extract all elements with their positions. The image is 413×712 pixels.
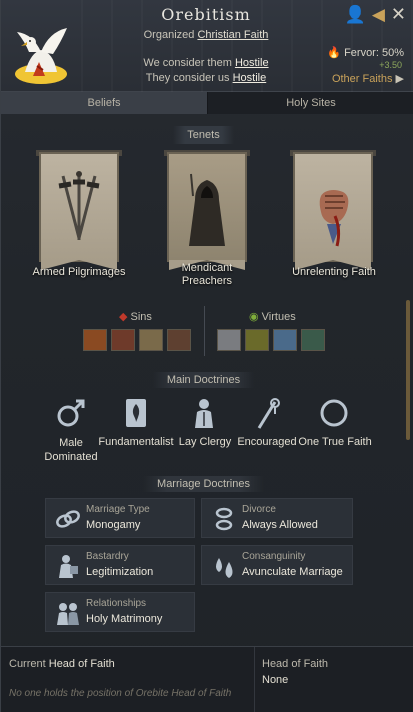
clenched-fist-icon — [319, 190, 349, 247]
other-faiths-button[interactable]: Other Faiths ▶ — [332, 72, 404, 85]
consanguinity-card[interactable]: Consanguinity Avunculate Marriage — [201, 545, 353, 585]
marriage-type-key: Marriage Type — [86, 504, 150, 515]
virtue-halo-icon: ◉ — [249, 311, 259, 323]
relationships-key: Relationships — [86, 598, 147, 609]
sin-icon-3[interactable] — [139, 329, 163, 351]
male-symbol-icon[interactable] — [54, 396, 88, 430]
crossed-daggers-icon — [58, 171, 100, 240]
head-of-faith-value[interactable]: None — [262, 674, 288, 686]
person-icon[interactable]: 👤 — [345, 6, 366, 24]
blood-drops-icon — [216, 558, 233, 578]
marriage-doctrines-heading: Marriage Doctrines — [1, 476, 406, 492]
fervor-value: 50% — [381, 47, 404, 59]
marriage-type-card[interactable]: Marriage Type Monogamy — [45, 498, 195, 538]
couple-icon — [57, 603, 79, 625]
main-doctrines-heading: Main Doctrines — [1, 372, 406, 388]
religion-link[interactable]: Christian Faith — [197, 29, 268, 41]
clergy-icon[interactable] — [187, 396, 221, 430]
hooded-monk-icon — [189, 173, 225, 246]
current-head-note: No one holds the position of Orebite Hea… — [9, 688, 232, 699]
doctrine-label-encouraged: Encouraged — [237, 436, 297, 448]
faith-header: Orebitism Organized Christian Faith We c… — [1, 0, 413, 92]
divorce-key: Divorce — [242, 504, 276, 515]
relationships-value: Holy Matrimony — [86, 613, 163, 625]
close-icon[interactable]: ✕ — [391, 6, 406, 24]
ring-icon[interactable] — [317, 396, 351, 430]
faith-subtitle: Organized Christian Faith — [143, 29, 269, 41]
doctrine-label-lay-clergy: Lay Clergy — [178, 436, 232, 448]
tenets-heading: Tenets — [1, 126, 406, 144]
footer-divider — [254, 647, 255, 712]
tabs-bar: Beliefs Holy Sites — [1, 92, 413, 114]
tenet-label-unrelenting-faith: Unrelenting Faith — [292, 266, 376, 278]
faith-panel: Orebitism Organized Christian Faith We c… — [0, 0, 413, 712]
they-consider-value[interactable]: Hostile — [233, 72, 267, 84]
tenet-armed-pilgrimages[interactable] — [36, 150, 122, 270]
fervor-display[interactable]: 🔥 Fervor: 50% — [327, 46, 404, 59]
consanguinity-key: Consanguinity — [242, 551, 306, 562]
faith-title: Orebitism — [161, 5, 251, 24]
consanguinity-value: Avunculate Marriage — [242, 566, 343, 578]
sin-demon-icon: ◆ — [119, 311, 128, 323]
sins-heading: ◆ Sins — [119, 311, 152, 323]
bastardry-key: Bastardry — [86, 551, 129, 562]
doctrine-label-fundamentalist: Fundamentalist — [98, 436, 174, 448]
bastardry-card[interactable]: Bastardry Legitimization — [45, 545, 195, 585]
tab-holy-sites[interactable]: Holy Sites — [208, 92, 413, 114]
chevron-right-icon: ▶ — [395, 73, 404, 85]
back-arrow-icon[interactable]: ◀ — [372, 6, 385, 24]
scrollbar[interactable] — [406, 300, 410, 440]
sin-icon-1[interactable] — [83, 329, 107, 351]
we-consider-value[interactable]: Hostile — [235, 57, 269, 69]
tab-beliefs[interactable]: Beliefs — [1, 92, 208, 114]
doctrine-label-one-true-faith: One True Faith — [298, 436, 372, 448]
fervor-delta: +3.50 — [379, 60, 402, 70]
relationships-card[interactable]: Relationships Holy Matrimony — [45, 592, 195, 632]
bastard-icon — [59, 555, 78, 578]
head-of-faith-title: Head of Faith — [262, 658, 329, 670]
tenet-label-armed-pilgrimages: Armed Pilgrimages — [32, 266, 126, 278]
pilgrim-staff-icon[interactable] — [251, 396, 285, 430]
virtue-icon-1[interactable] — [217, 329, 241, 351]
faith-emblem-icon — [15, 28, 67, 84]
we-consider-row: We consider them Hostile — [143, 57, 269, 69]
divorce-value: Always Allowed — [242, 519, 318, 531]
tenet-mendicant-preachers[interactable] — [164, 150, 250, 270]
tenet-unrelenting-faith[interactable] — [290, 150, 376, 270]
sin-icon-4[interactable] — [167, 329, 191, 351]
marriage-type-value: Monogamy — [86, 519, 141, 531]
flame-icon: 🔥 — [327, 47, 341, 59]
virtue-icon-2[interactable] — [245, 329, 269, 351]
tenet-label-mendicant-preachers: Mendicant Preachers — [181, 262, 233, 287]
sin-icon-2[interactable] — [111, 329, 135, 351]
bastardry-value: Legitimization — [86, 566, 154, 578]
they-consider-row: They consider us Hostile — [145, 72, 267, 84]
head-of-faith-footer: Current Head of Faith No one holds the p… — [1, 646, 413, 712]
header-controls: 👤 ◀ ✕ — [345, 6, 406, 24]
current-head-title: Current Head of Faith — [9, 658, 115, 670]
rings-icon — [56, 510, 80, 528]
sins-virtues-divider — [204, 306, 205, 356]
broken-rings-icon — [215, 507, 233, 531]
holy-book-icon[interactable] — [119, 396, 153, 430]
virtue-icon-3[interactable] — [273, 329, 297, 351]
virtue-icon-4[interactable] — [301, 329, 325, 351]
divorce-card[interactable]: Divorce Always Allowed — [201, 498, 353, 538]
virtues-heading: ◉ Virtues — [249, 311, 296, 323]
